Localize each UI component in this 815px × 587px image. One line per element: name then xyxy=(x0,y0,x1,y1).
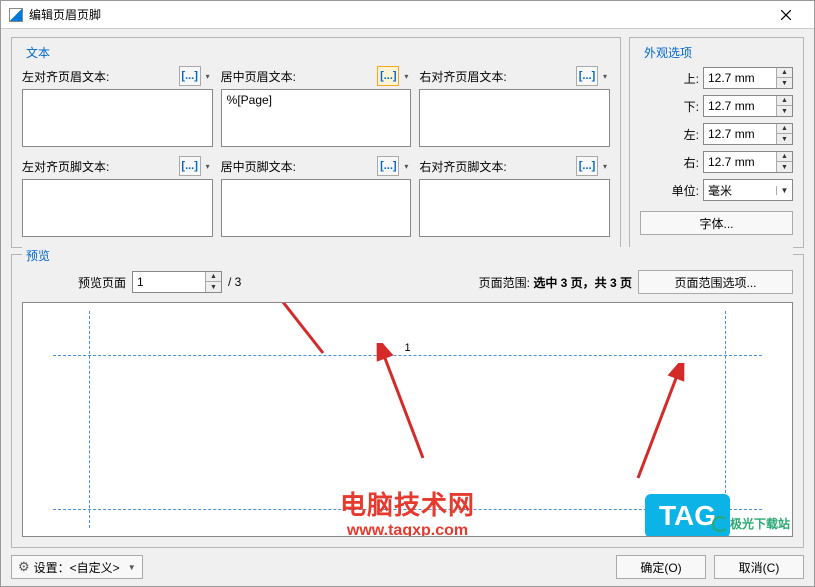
dialog-window: 编辑页眉页脚 文本 左对齐页眉文本: [...] ▾ xyxy=(0,0,815,587)
preview-area: 1 电脑技术网 www.tagxp.com TAG xyxy=(22,302,793,537)
spin-down-icon[interactable]: ▼ xyxy=(206,282,221,292)
spin-up-icon[interactable]: ▲ xyxy=(777,96,792,106)
font-button[interactable]: 字体... xyxy=(640,211,793,235)
preview-page-spinner[interactable]: 1 ▲▼ xyxy=(132,271,222,293)
content-area: 文本 左对齐页眉文本: [...] ▾ xyxy=(1,29,814,548)
margin-left-label: 左: xyxy=(684,126,699,143)
margin-bottom-label: 下: xyxy=(684,98,699,115)
header-left-input[interactable] xyxy=(22,89,213,147)
spin-up-icon[interactable]: ▲ xyxy=(777,124,792,134)
cancel-button[interactable]: 取消(C) xyxy=(714,555,804,579)
footer-left-label: 左对齐页脚文本: xyxy=(22,158,109,175)
spin-down-icon[interactable]: ▼ xyxy=(777,78,792,88)
header-left-label: 左对齐页眉文本: xyxy=(22,68,109,85)
text-panel: 文本 左对齐页眉文本: [...] ▾ xyxy=(11,37,621,248)
guide-line xyxy=(53,355,762,356)
spin-down-icon[interactable]: ▼ xyxy=(777,106,792,116)
footer-right-label: 右对齐页脚文本: xyxy=(419,158,506,175)
margin-right-label: 右: xyxy=(684,154,699,171)
app-icon xyxy=(9,8,23,22)
preview-page-label: 预览页面 xyxy=(78,274,126,291)
titlebar: 编辑页眉页脚 xyxy=(1,1,814,29)
preview-page-total: / 3 xyxy=(228,275,241,289)
margin-left-value: 12.7 mm xyxy=(704,127,776,141)
dialog-title: 编辑页眉页脚 xyxy=(29,6,766,23)
margin-right-spinner[interactable]: 12.7 mm ▲▼ xyxy=(703,151,793,173)
header-right-input[interactable] xyxy=(419,89,610,147)
footer-right-input[interactable] xyxy=(419,179,610,237)
appearance-panel: 外观选项 上: 12.7 mm ▲▼ 下: 12.7 mm ▲▼ xyxy=(629,37,804,248)
spin-up-icon[interactable]: ▲ xyxy=(206,272,221,282)
preview-page: 1 xyxy=(53,311,762,528)
guide-line xyxy=(725,311,726,528)
insert-macro-dropdown[interactable]: ▾ xyxy=(401,162,411,171)
footer-center-block: 居中页脚文本: [...] ▾ xyxy=(221,155,412,237)
unit-value: 毫米 xyxy=(704,182,776,199)
insert-macro-dropdown[interactable]: ▾ xyxy=(203,162,213,171)
footer-right-block: 右对齐页脚文本: [...] ▾ xyxy=(419,155,610,237)
spin-down-icon[interactable]: ▼ xyxy=(777,134,792,144)
bottom-bar: ⚙ 设置：<自定义> ▼ 确定(O) 取消(C) xyxy=(1,548,814,586)
insert-macro-button[interactable]: [...] xyxy=(179,156,201,176)
text-panel-title: 文本 xyxy=(22,44,54,61)
appearance-title: 外观选项 xyxy=(640,44,696,61)
insert-macro-button[interactable]: [...] xyxy=(576,66,598,86)
insert-macro-button[interactable]: [...] xyxy=(377,156,399,176)
margin-top-label: 上: xyxy=(684,70,699,87)
preview-page-number: 1 xyxy=(404,342,410,354)
close-button[interactable] xyxy=(766,1,806,28)
preview-panel: 预览 预览页面 1 ▲▼ / 3 页面范围: 选中 3 页，共 3 页 页面范围… xyxy=(11,254,804,548)
page-range-label: 页面范围: 选中 3 页，共 3 页 xyxy=(479,274,632,291)
margin-bottom-spinner[interactable]: 12.7 mm ▲▼ xyxy=(703,95,793,117)
margin-right-value: 12.7 mm xyxy=(704,155,776,169)
preview-controls: 预览页面 1 ▲▼ / 3 页面范围: 选中 3 页，共 3 页 页面范围选项.… xyxy=(22,264,793,302)
footer-left-block: 左对齐页脚文本: [...] ▾ xyxy=(22,155,213,237)
unit-label: 单位: xyxy=(672,182,699,199)
preview-page-value: 1 xyxy=(133,275,205,289)
settings-label: 设置：<自定义> xyxy=(34,559,120,576)
spin-up-icon[interactable]: ▲ xyxy=(777,152,792,162)
ok-button[interactable]: 确定(O) xyxy=(616,555,706,579)
insert-macro-dropdown[interactable]: ▾ xyxy=(600,162,610,171)
header-right-label: 右对齐页眉文本: xyxy=(419,68,506,85)
text-grid: 左对齐页眉文本: [...] ▾ 居中页眉文本: [...] xyxy=(22,65,610,237)
insert-macro-dropdown[interactable]: ▾ xyxy=(401,72,411,81)
footer-center-input[interactable] xyxy=(221,179,412,237)
header-left-block: 左对齐页眉文本: [...] ▾ xyxy=(22,65,213,147)
footer-center-label: 居中页脚文本: xyxy=(221,158,296,175)
header-center-input[interactable]: %[Page] xyxy=(221,89,412,147)
unit-select[interactable]: 毫米 ▼ xyxy=(703,179,793,201)
close-icon xyxy=(781,10,791,20)
footer-left-input[interactable] xyxy=(22,179,213,237)
page-range-button[interactable]: 页面范围选项... xyxy=(638,270,793,294)
margin-left-spinner[interactable]: 12.7 mm ▲▼ xyxy=(703,123,793,145)
chevron-down-icon: ▼ xyxy=(776,186,792,195)
insert-macro-button[interactable]: [...] xyxy=(377,66,399,86)
guide-line xyxy=(53,509,762,510)
insert-macro-dropdown[interactable]: ▾ xyxy=(600,72,610,81)
margin-top-spinner[interactable]: 12.7 mm ▲▼ xyxy=(703,67,793,89)
spin-down-icon[interactable]: ▼ xyxy=(777,162,792,172)
header-center-label: 居中页眉文本: xyxy=(221,68,296,85)
guide-line xyxy=(89,311,90,528)
insert-macro-dropdown[interactable]: ▾ xyxy=(203,72,213,81)
insert-macro-button[interactable]: [...] xyxy=(179,66,201,86)
chevron-down-icon: ▼ xyxy=(128,563,136,572)
preview-title: 预览 xyxy=(22,247,793,264)
header-right-block: 右对齐页眉文本: [...] ▾ xyxy=(419,65,610,147)
margin-bottom-value: 12.7 mm xyxy=(704,99,776,113)
spin-up-icon[interactable]: ▲ xyxy=(777,68,792,78)
settings-dropdown[interactable]: ⚙ 设置：<自定义> ▼ xyxy=(11,555,143,579)
header-center-block: 居中页眉文本: [...] ▾ %[Page] xyxy=(221,65,412,147)
insert-macro-button[interactable]: [...] xyxy=(576,156,598,176)
top-row: 文本 左对齐页眉文本: [...] ▾ xyxy=(11,37,804,248)
gear-icon: ⚙ xyxy=(18,559,30,575)
margin-top-value: 12.7 mm xyxy=(704,71,776,85)
